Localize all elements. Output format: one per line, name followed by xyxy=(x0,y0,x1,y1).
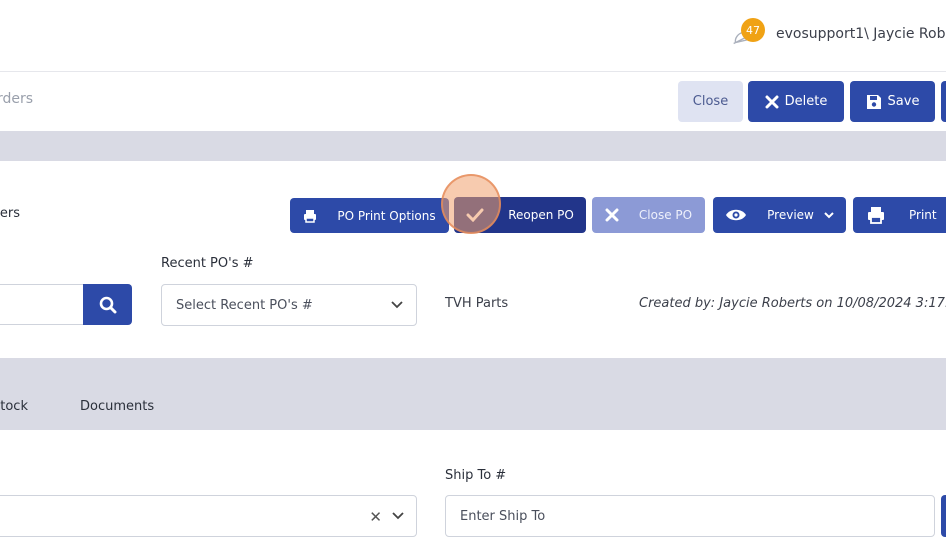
po-search-input[interactable] xyxy=(0,284,84,325)
tab-stock[interactable]: Stock xyxy=(0,399,28,414)
ship-to-lookup-button[interactable] xyxy=(941,495,946,537)
close-button[interactable]: Close xyxy=(678,81,743,122)
section-title-text: Orders xyxy=(0,206,20,221)
print-button[interactable]: Print xyxy=(853,197,946,233)
vendor-select[interactable]: ✕ xyxy=(0,495,417,537)
x-icon xyxy=(605,208,619,222)
save-button[interactable]: Save xyxy=(850,81,935,122)
section-divider xyxy=(0,131,946,161)
printer-icon xyxy=(868,207,884,224)
chevron-down-icon xyxy=(391,301,403,309)
delete-button[interactable]: Delete xyxy=(748,81,844,122)
tab-documents[interactable]: Documents xyxy=(80,399,154,414)
eye-icon xyxy=(726,209,747,221)
save-button-label: Save xyxy=(887,94,920,109)
notification-badge[interactable]: 47 xyxy=(741,18,765,42)
preview-button[interactable]: Preview xyxy=(713,197,846,233)
printer-icon xyxy=(304,209,317,223)
reopen-po-button[interactable]: Reopen PO xyxy=(454,197,586,233)
tabs-bar xyxy=(0,358,946,430)
close-po-button[interactable]: Close PO xyxy=(592,197,705,233)
reopen-po-label: Reopen PO xyxy=(508,208,574,222)
chevron-down-icon xyxy=(392,512,404,520)
close-po-label: Close PO xyxy=(638,208,693,222)
recent-po-label: Recent PO's # xyxy=(161,256,254,271)
breadcrumb[interactable]: Orders xyxy=(0,91,33,107)
recent-po-placeholder: Select Recent PO's # xyxy=(176,297,313,313)
close-button-label: Close xyxy=(692,94,729,109)
po-print-options-button[interactable]: PO Print Options xyxy=(290,198,449,233)
floppy-disk-icon xyxy=(866,94,881,109)
user-name[interactable]: evosupport1\ Jaycie Roberts xyxy=(776,26,946,42)
preview-label: Preview xyxy=(767,208,814,222)
po-print-options-label: PO Print Options xyxy=(337,208,436,223)
vendor-name: TVH Parts xyxy=(445,296,509,311)
search-button[interactable] xyxy=(83,284,132,325)
recent-po-select[interactable]: Select Recent PO's # xyxy=(161,284,417,326)
clear-icon[interactable]: ✕ xyxy=(369,508,382,526)
created-info: Created by: Jaycie Roberts on 10/08/2024… xyxy=(639,296,946,311)
ship-to-input[interactable] xyxy=(445,495,935,537)
x-icon xyxy=(765,95,779,108)
search-icon xyxy=(99,296,116,313)
ship-to-label: Ship To # xyxy=(445,468,507,483)
more-button[interactable] xyxy=(941,81,946,122)
chevron-down-icon xyxy=(824,212,834,219)
delete-button-label: Delete xyxy=(784,94,828,109)
print-label: Print xyxy=(909,208,937,222)
section-title: Orders xyxy=(0,206,20,221)
checkmark-icon xyxy=(466,208,484,222)
